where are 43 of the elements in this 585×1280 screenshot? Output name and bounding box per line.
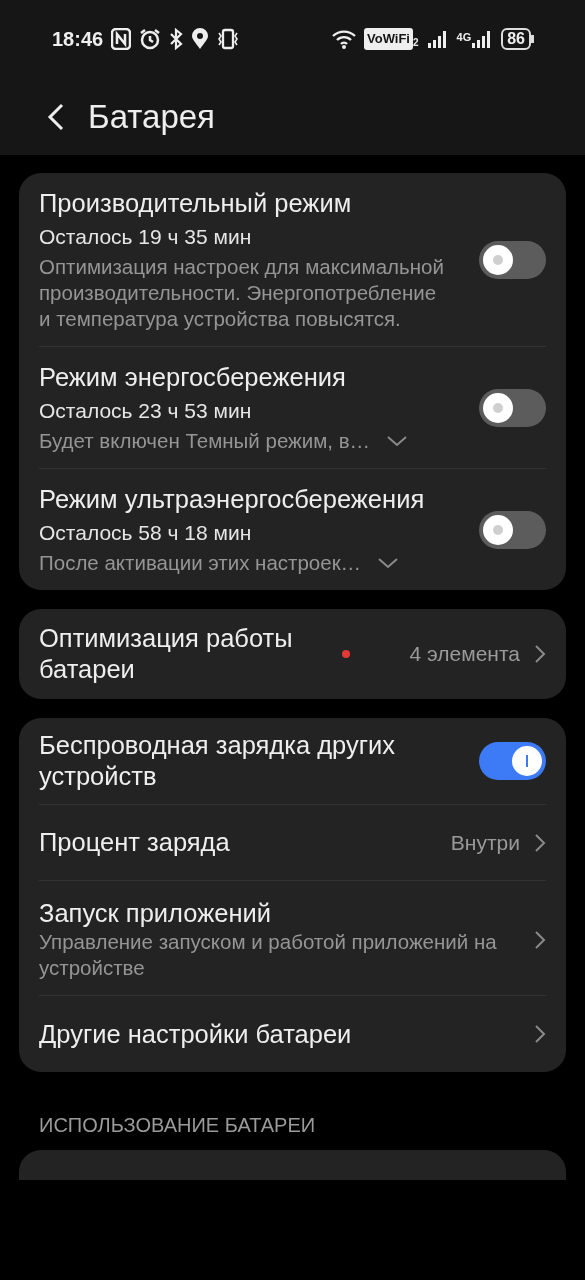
vowifi-badge: VoWiFi: [364, 28, 413, 50]
bluetooth-icon: [169, 28, 184, 50]
toggle-switch[interactable]: [479, 742, 546, 780]
signal-icon: [426, 29, 449, 49]
vibrate-icon: [217, 28, 240, 50]
setting-title: Оптимизация работы батареи: [39, 623, 294, 685]
remaining-time: Осталось 19 ч 35 мин: [39, 224, 253, 250]
back-icon[interactable]: [46, 101, 66, 132]
chevron-right-icon: [534, 832, 546, 853]
setting-title: Другие настройки батареи: [39, 1018, 353, 1050]
alarm-icon: [139, 28, 162, 50]
page-title: Батарея: [88, 96, 215, 137]
setting-description: Оптимизация настроек для максимальной производительности. Энергопотребление и температура устройства повысятся.: [39, 254, 445, 332]
battery-level: 86: [501, 28, 531, 50]
wifi-icon: [332, 29, 356, 49]
setting-title: Производительный режим: [39, 188, 353, 219]
chevron-down-icon[interactable]: [377, 557, 400, 569]
toggle-switch[interactable]: [479, 511, 546, 549]
setting-value: Внутри: [450, 829, 520, 856]
setting-title: Режим энергосбережения: [39, 362, 347, 393]
remaining-time: Осталось 58 ч 18 мин: [39, 520, 253, 546]
setting-description: Управление запуском и работой приложений на устройстве: [39, 929, 498, 981]
chevron-right-icon: [534, 644, 546, 664]
setting-title: Запуск приложений: [39, 898, 272, 929]
chevron-right-icon: [534, 1024, 546, 1044]
clock-text: 18:46: [52, 27, 104, 52]
setting-description: После активации этих настроек…: [39, 550, 362, 576]
setting-description: Будет включен Темный режим, в…: [39, 428, 371, 454]
setting-title: Беспроводная зарядка других устройств: [39, 730, 397, 792]
setting-title: Режим ультраэнергосбережения: [39, 484, 426, 515]
toggle-switch[interactable]: [479, 241, 546, 279]
chevron-right-icon: [534, 929, 546, 950]
network-type: 4G: [456, 30, 472, 45]
sim-number: 2: [412, 35, 419, 50]
setting-title: Процент заряда: [39, 827, 231, 858]
location-icon: [191, 28, 210, 50]
chevron-down-icon[interactable]: [386, 435, 409, 447]
setting-value: 4 элемента: [409, 641, 520, 668]
nfc-icon: [111, 28, 132, 50]
battery-tip-icon: [531, 35, 535, 43]
section-header: ИСПОЛЬЗОВАНИЕ БАТАРЕИ: [38, 1113, 317, 1138]
remaining-time: Осталось 23 ч 53 мин: [39, 398, 253, 424]
toggle-switch[interactable]: [479, 389, 546, 427]
